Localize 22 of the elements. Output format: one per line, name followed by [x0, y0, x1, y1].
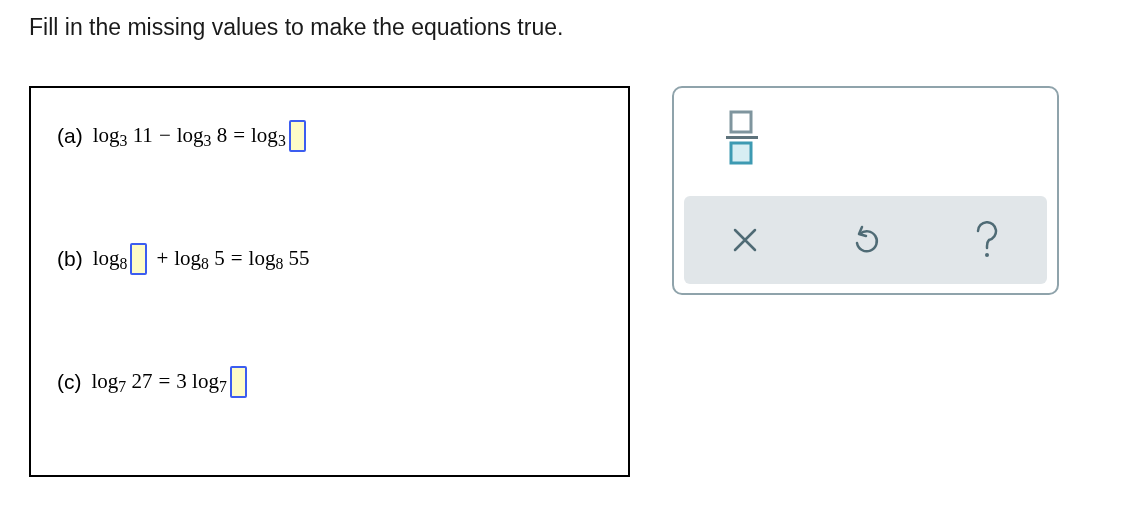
- fraction-icon: [724, 110, 760, 166]
- math-term: log$_{3}$ 8: [176, 122, 228, 152]
- part-label: (a): [57, 123, 83, 150]
- math-term: log$_{3}$ 11: [92, 122, 153, 152]
- close-icon: [731, 227, 758, 253]
- math-term: log$_{8}$: [92, 245, 128, 275]
- instruction-text: Fill in the missing values to make the equations true.: [29, 13, 565, 42]
- math-term: 3 log$_{7}$: [176, 368, 227, 398]
- math-term: log$_{8}$ 55: [248, 245, 310, 275]
- part-label: (b): [57, 246, 83, 273]
- answer-box[interactable]: [229, 366, 247, 398]
- part-label: (c): [57, 369, 82, 396]
- math-operator: +: [156, 245, 169, 273]
- math-term: log$_{8}$ 5: [174, 245, 225, 275]
- math-operator: −: [158, 122, 171, 150]
- answer-box[interactable]: [130, 243, 148, 275]
- math-operator: =: [230, 245, 243, 273]
- math-operator: =: [233, 122, 246, 150]
- math-operator: =: [158, 368, 171, 396]
- math-term: log$_{3}$: [251, 122, 286, 152]
- answer-box[interactable]: [288, 120, 306, 152]
- math-term: log$_{7}$ 27: [91, 368, 153, 398]
